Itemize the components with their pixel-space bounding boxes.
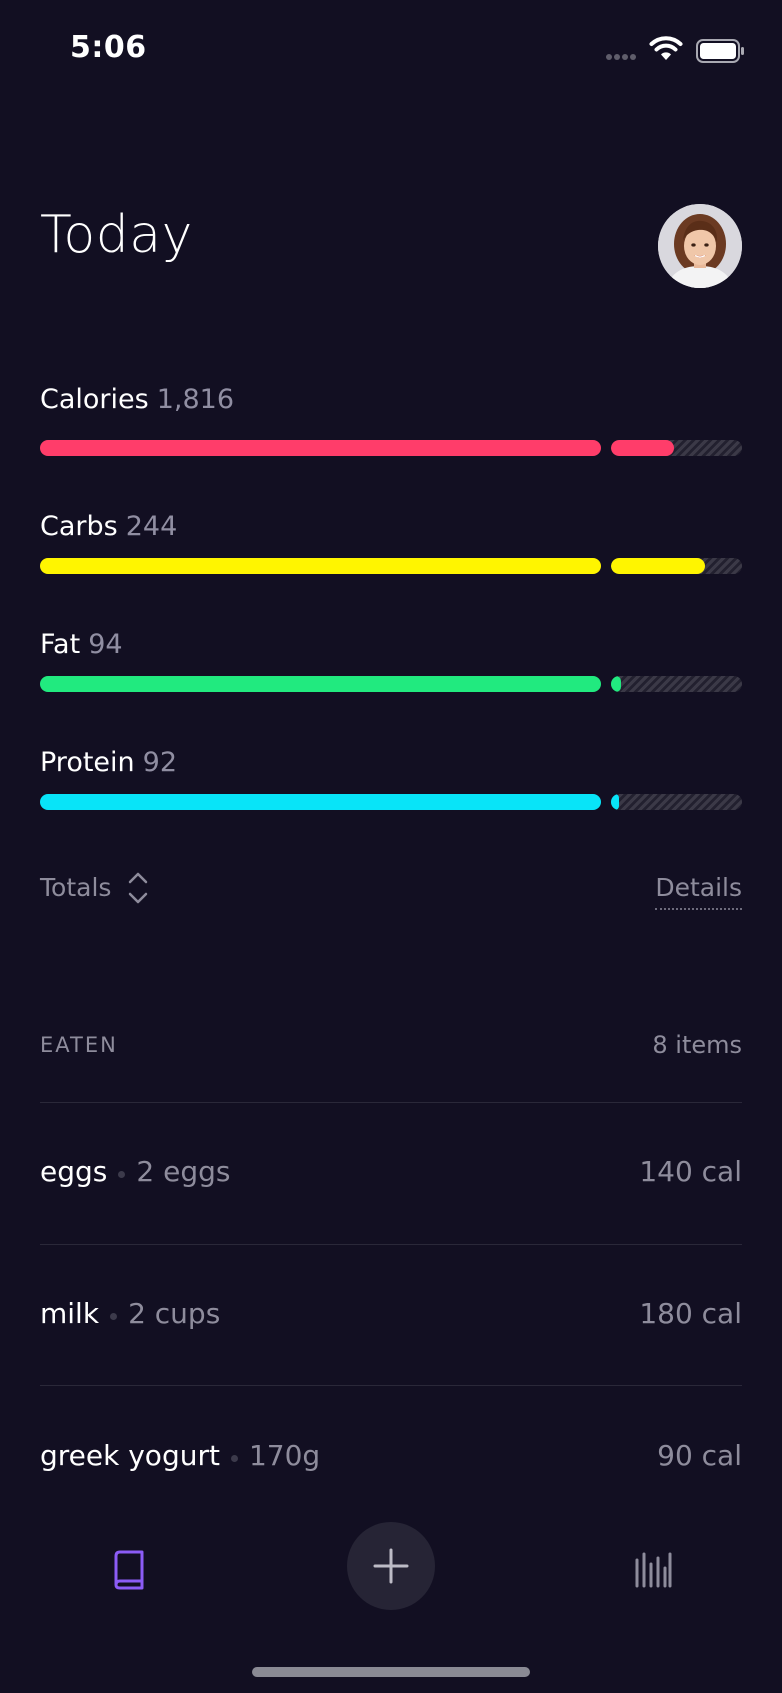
avatar[interactable] xyxy=(658,204,742,288)
separator-dot xyxy=(118,1171,126,1178)
macro-protein: Protein 92 xyxy=(40,743,742,810)
food-item[interactable]: greek yogurt 170g 90 cal xyxy=(40,1434,742,1478)
macro-value: 244 xyxy=(125,511,178,542)
food-quantity: 170g xyxy=(248,1439,321,1472)
section-title: EATEN xyxy=(40,1033,118,1057)
carbs-progress-bar xyxy=(40,558,742,574)
divider xyxy=(40,1102,742,1103)
details-link[interactable]: Details xyxy=(655,870,742,910)
progress-main-fill xyxy=(40,676,601,692)
macro-fat: Fat 94 xyxy=(40,625,742,692)
separator-dot xyxy=(230,1455,238,1462)
user-photo xyxy=(658,204,742,288)
macro-value: 1,816 xyxy=(156,384,234,415)
protein-progress-bar xyxy=(40,794,742,810)
food-quantity: 2 cups xyxy=(128,1297,221,1330)
food-calories: 90 cal xyxy=(657,1439,742,1472)
status-time: 5:06 xyxy=(70,30,147,65)
home-indicator xyxy=(252,1667,530,1677)
stats-icon[interactable] xyxy=(634,1552,672,1588)
progress-bonus-track xyxy=(611,558,742,574)
divider xyxy=(40,1244,742,1245)
macro-label: Calories xyxy=(40,384,149,415)
add-food-button[interactable] xyxy=(347,1522,435,1610)
progress-main-fill xyxy=(40,794,601,810)
progress-bonus-track xyxy=(611,440,742,456)
macro-label: Protein xyxy=(40,747,135,778)
status-bar: 5:06 xyxy=(0,0,782,100)
food-name: milk xyxy=(40,1297,100,1330)
macro-label: Fat xyxy=(40,629,81,660)
food-name: greek yogurt xyxy=(40,1439,220,1472)
progress-main-fill xyxy=(40,440,601,456)
progress-bonus-fill xyxy=(611,676,622,692)
eaten-section-header: EATEN 8 items xyxy=(40,1028,742,1062)
sort-chevrons-icon[interactable] xyxy=(126,870,150,906)
food-item[interactable]: eggs 2 eggs 140 cal xyxy=(40,1150,742,1194)
cellular-signal-icon xyxy=(606,54,640,62)
totals-toggle[interactable]: Totals xyxy=(40,870,111,906)
calories-progress-bar xyxy=(40,440,742,456)
wifi-icon xyxy=(649,36,683,60)
plus-icon xyxy=(373,1548,409,1584)
macro-label: Carbs xyxy=(40,511,118,542)
macro-value: 94 xyxy=(88,629,123,660)
tab-bar xyxy=(0,1500,782,1650)
book-icon[interactable] xyxy=(110,1550,146,1590)
item-count: 8 items xyxy=(652,1031,742,1059)
food-item[interactable]: milk 2 cups 180 cal xyxy=(40,1292,742,1336)
progress-bonus-fill xyxy=(611,558,706,574)
macro-carbs: Carbs 244 xyxy=(40,507,742,574)
divider xyxy=(40,1385,742,1386)
separator-dot xyxy=(110,1313,118,1320)
food-calories: 180 cal xyxy=(639,1297,742,1330)
food-name: eggs xyxy=(40,1155,108,1188)
totals-row: Totals Details xyxy=(40,870,742,910)
progress-bonus-fill xyxy=(611,440,674,456)
food-quantity: 2 eggs xyxy=(136,1155,231,1188)
fat-progress-bar xyxy=(40,676,742,692)
battery-icon xyxy=(696,39,744,63)
macro-value: 92 xyxy=(142,747,178,778)
food-calories: 140 cal xyxy=(639,1155,742,1188)
progress-bonus-track xyxy=(611,676,742,692)
progress-bonus-track xyxy=(611,794,742,810)
progress-main-fill xyxy=(40,558,601,574)
page-title: Today xyxy=(40,205,193,265)
progress-bonus-fill xyxy=(611,794,619,810)
macro-calories: Calories 1,816 xyxy=(40,380,742,456)
